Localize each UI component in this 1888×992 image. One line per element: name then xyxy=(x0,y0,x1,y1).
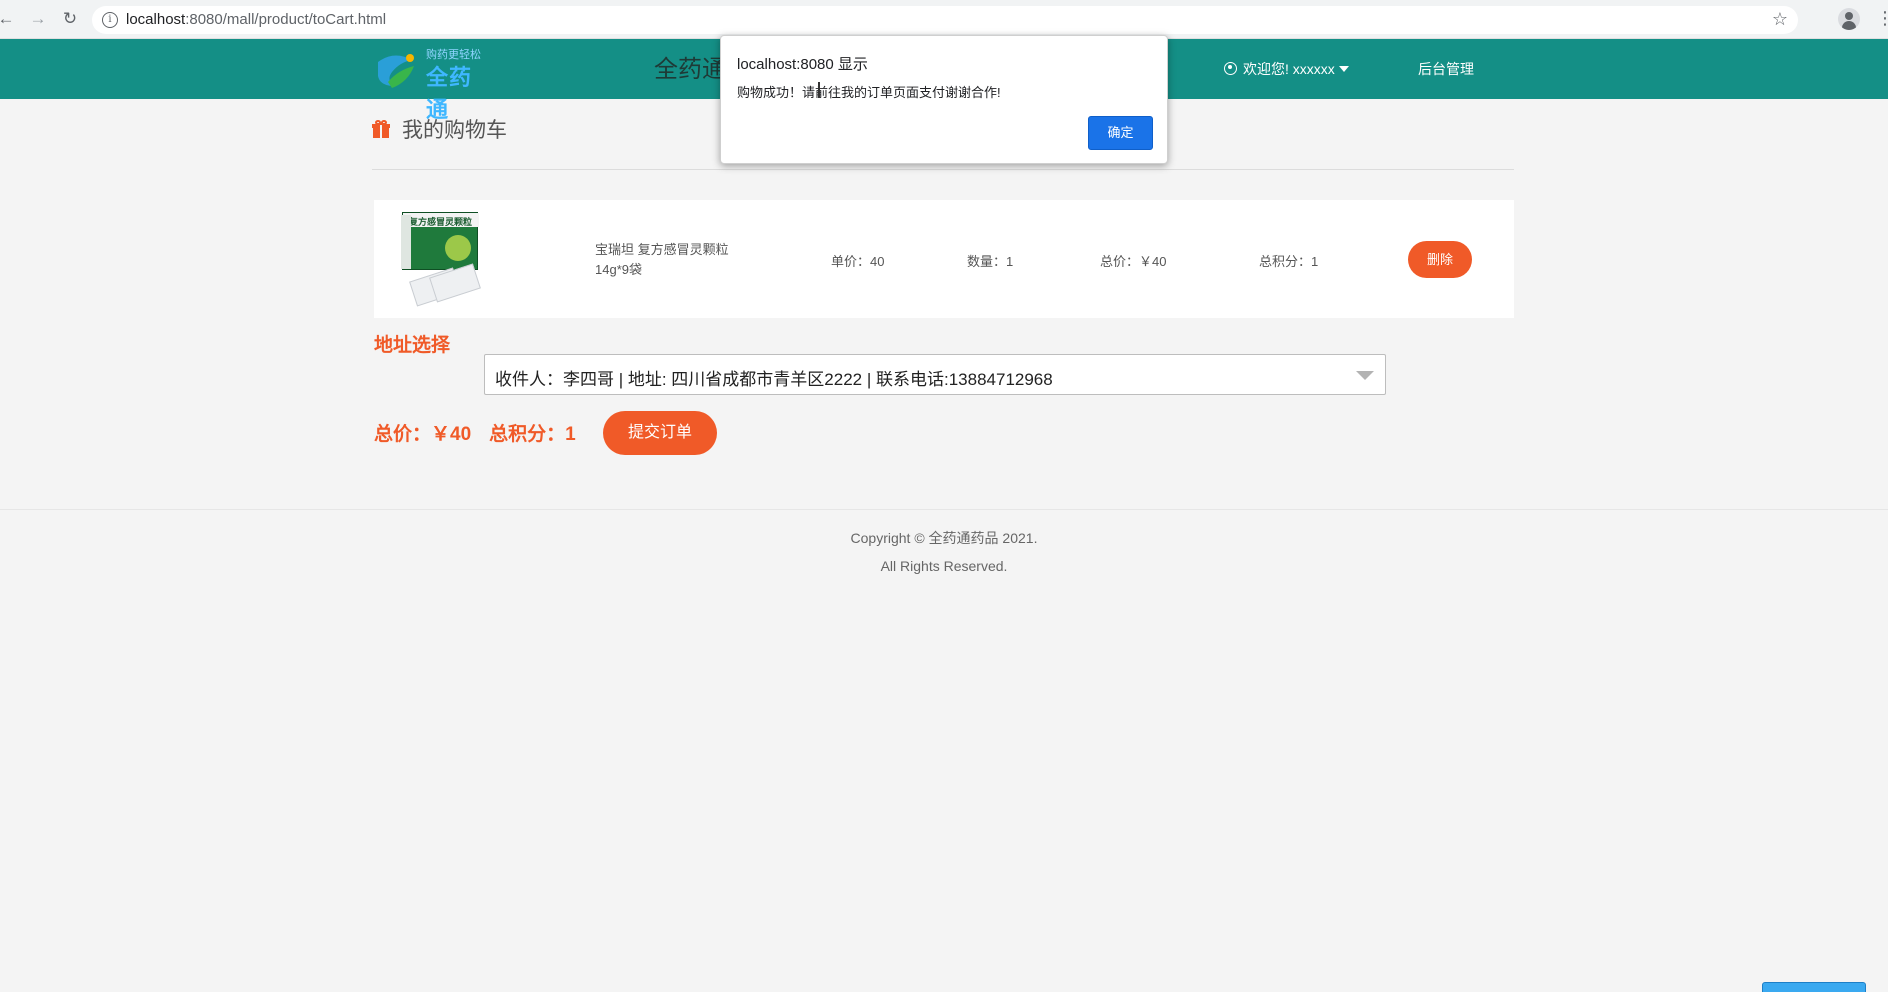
profile-icon[interactable] xyxy=(1838,8,1860,30)
cart-title: 我的购物车 xyxy=(372,114,507,144)
site-title: 全药通 xyxy=(654,56,726,83)
delete-button[interactable]: 删除 xyxy=(1408,241,1472,278)
user-icon xyxy=(1224,62,1237,75)
medicine-box-image: 复方感冒灵颗粒 xyxy=(401,212,479,270)
text-cursor-icon xyxy=(815,82,823,98)
site-info-icon[interactable]: i xyxy=(102,12,118,28)
reload-icon[interactable]: ↻ xyxy=(60,9,80,29)
address-select[interactable]: 收件人：李四哥 | 地址: 四川省成都市青羊区2222 | 联系电话:13884… xyxy=(484,354,1386,395)
address-bar[interactable]: i localhost:8080/mall/product/toCart.htm… xyxy=(92,6,1798,34)
footer-rights: All Rights Reserved. xyxy=(880,558,1008,574)
footer-copyright: Copyright © 全药通药品 2021. xyxy=(850,530,1038,546)
alert-dialog: localhost:8080 显示 购物成功！请前往我的订单页面支付谢谢合作! … xyxy=(720,35,1168,164)
divider xyxy=(372,169,1514,170)
user-greeting: 欢迎您! xxxxxx xyxy=(1243,61,1335,77)
submit-order-button[interactable]: 提交订单 xyxy=(603,411,717,455)
back-icon[interactable]: ← xyxy=(0,9,16,29)
alert-title: localhost:8080 显示 xyxy=(737,56,868,73)
user-menu[interactable]: 欢迎您! xxxxxx xyxy=(1224,59,1349,79)
gift-icon xyxy=(372,120,390,138)
cart-item: 复方感冒灵颗粒 宝瑞坦 复方感冒灵颗粒 14g*9袋 单价：40 数量：1 总价… xyxy=(374,200,1514,318)
forward-icon[interactable]: → xyxy=(28,9,48,29)
item-points: 总积分：1 xyxy=(1259,254,1319,269)
site-logo[interactable]: 购药更轻松 全药通 xyxy=(374,46,486,122)
unit-price: 单价：40 xyxy=(831,254,885,269)
product-name[interactable]: 宝瑞坦 复方感冒灵颗粒 14g*9袋 xyxy=(595,240,765,280)
alert-message: 购物成功！请前往我的订单页面支付谢谢合作! xyxy=(737,85,1001,100)
dropdown-arrow-icon xyxy=(1356,371,1374,380)
bookmark-star-icon[interactable]: ☆ xyxy=(1772,9,1788,30)
product-image[interactable]: 复方感冒灵颗粒 xyxy=(401,212,482,308)
address-selected-value: 收件人：李四哥 | 地址: 四川省成都市青羊区2222 | 联系电话:13884… xyxy=(495,370,1053,389)
address-label: 地址选择 xyxy=(374,335,451,356)
order-summary: 总价：￥40 总积分：1 xyxy=(374,419,594,446)
item-total: 总价：￥40 xyxy=(1100,254,1167,269)
admin-link[interactable]: 后台管理 xyxy=(1418,59,1474,79)
logo-mark-icon xyxy=(378,54,414,88)
more-menu-icon[interactable]: ⋮ xyxy=(1876,9,1888,27)
order-points: 总积分：1 xyxy=(489,424,576,445)
alert-ok-button[interactable]: 确定 xyxy=(1088,116,1153,150)
url-text: localhost:8080/mall/product/toCart.html xyxy=(126,11,387,28)
quantity: 数量：1 xyxy=(967,254,1014,269)
order-total: 总价：￥40 xyxy=(374,424,472,445)
corner-widget[interactable] xyxy=(1762,982,1866,992)
footer-divider xyxy=(0,509,1888,510)
caret-down-icon xyxy=(1338,66,1349,72)
browser-toolbar: ← → ↻ i localhost:8080/mall/product/toCa… xyxy=(0,0,1888,39)
